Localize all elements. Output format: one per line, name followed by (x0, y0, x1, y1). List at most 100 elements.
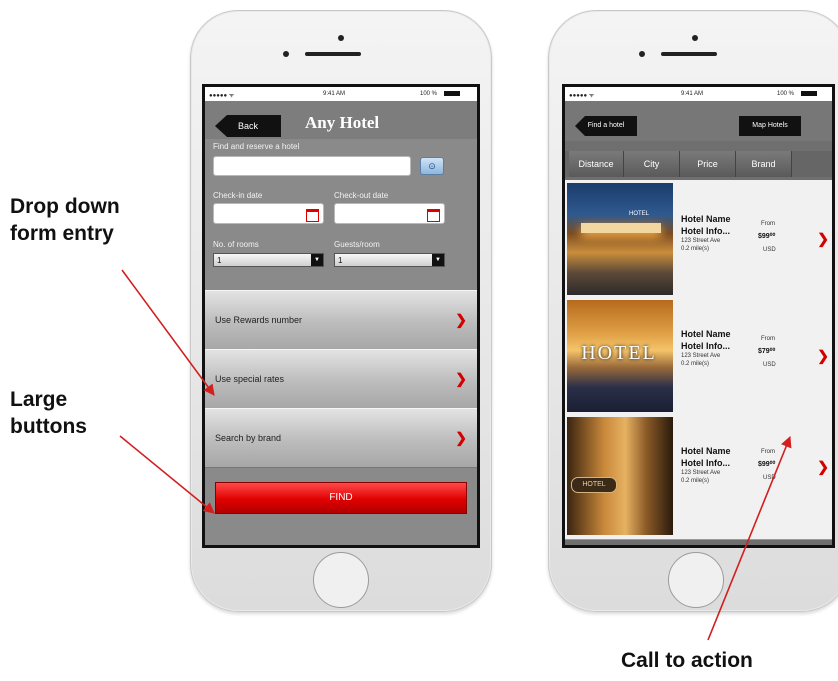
status-bar: ●●●●● ᯤ 9:41 AM 100 % (205, 87, 477, 101)
chevron-right-icon: ❯ (455, 429, 467, 446)
search-brand-label: Search by brand (215, 433, 282, 443)
results-screen: ●●●●● ᯤ 9:41 AM 100 % Find a hotel Map H… (562, 84, 835, 548)
status-time: 9:41 AM (681, 91, 704, 97)
price-from-label: From (761, 221, 775, 227)
status-bar: ●●●●● ᯤ 9:41 AM 100 % (565, 87, 832, 101)
special-rates-label: Use special rates (215, 374, 285, 384)
hotel-price: $99⁰⁰ (758, 233, 776, 240)
annotation-dropdown-line2: form entry (10, 222, 114, 245)
battery-icon (444, 91, 460, 96)
find-hotel-button[interactable]: Find a hotel (575, 116, 637, 136)
hotel-distance: 0.2 mile(s) (681, 246, 710, 252)
rewards-number-label: Use Rewards number (215, 315, 303, 325)
search-brand-button[interactable]: Search by brand ❯ (205, 408, 477, 468)
phone-right: ●●●●● ᯤ 9:41 AM 100 % Find a hotel Map H… (548, 10, 838, 612)
chevron-right-icon: ❯ (455, 370, 467, 387)
find-reserve-label: Find and reserve a hotel (213, 142, 300, 151)
carrier-signal: ●●●●● ᯤ (209, 93, 235, 99)
hotel-photo-caption: HOTEL (629, 211, 650, 217)
battery-label: 100 % (777, 91, 795, 97)
chevron-down-icon[interactable]: ▼ (311, 254, 323, 266)
currency-label: USD (763, 247, 776, 253)
guests-value: 1 (338, 256, 343, 265)
front-camera (338, 35, 344, 41)
tab-distance[interactable]: Distance (569, 151, 624, 177)
hotel-address: 123 Street Ave (681, 470, 721, 476)
currency-label: USD (763, 362, 776, 368)
map-hotels-button[interactable]: Map Hotels (739, 116, 801, 136)
hotel-photo-canopy (581, 223, 661, 233)
chevron-down-icon[interactable]: ▼ (432, 254, 444, 266)
form-screen: ●●●●● ᯤ 9:41 AM 100 % Back Any Hotel Fin… (202, 84, 480, 548)
guests-label: Guests/room (334, 240, 380, 249)
annotation-large-line2: buttons (10, 415, 87, 438)
special-rates-button[interactable]: Use special rates ❯ (205, 349, 477, 409)
hotel-info: Hotel Info... (681, 226, 730, 236)
status-time: 9:41 AM (323, 91, 346, 97)
hotel-list-item[interactable]: HOTEL Hotel Name Hotel Info... 123 Stree… (565, 297, 832, 415)
hotel-photo: HOTEL (567, 417, 673, 535)
tab-price[interactable]: Price (680, 151, 736, 177)
hotel-photo: HOTEL (567, 300, 673, 412)
chevron-right-icon[interactable]: ❯ (817, 347, 829, 364)
annotation-dropdown: Drop down form entry (10, 193, 120, 247)
hotel-price: $79⁰⁰ (758, 348, 776, 355)
results-header: Find a hotel Map Hotels (565, 101, 832, 141)
chevron-right-icon[interactable]: ❯ (817, 458, 829, 475)
hotel-info: Hotel Info... (681, 341, 730, 351)
hotel-photo: HOTEL (567, 183, 673, 295)
hotel-photo-sign: HOTEL (581, 342, 657, 364)
hotel-name: Hotel Name (681, 329, 731, 339)
chevron-right-icon: ❯ (455, 311, 467, 328)
rooms-value: 1 (217, 256, 222, 265)
phone-left: ●●●●● ᯤ 9:41 AM 100 % Back Any Hotel Fin… (190, 10, 492, 612)
hotel-name: Hotel Name (681, 214, 731, 224)
front-camera (692, 35, 698, 41)
checkout-date-field[interactable] (334, 203, 445, 224)
hotel-address: 123 Street Ave (681, 238, 721, 244)
hotel-name: Hotel Name (681, 446, 731, 456)
page-title: Any Hotel (305, 113, 380, 132)
calendar-icon[interactable] (427, 209, 440, 222)
sort-tabs: Distance City Price Brand (565, 151, 832, 177)
speaker-grille (305, 52, 361, 56)
annotation-large-line1: Large (10, 388, 68, 411)
annotation-call-to-action: Call to action (621, 649, 753, 672)
battery-label: 100 % (420, 91, 438, 97)
hotel-photo-sign: HOTEL (571, 477, 617, 493)
rewards-number-button[interactable]: Use Rewards number ❯ (205, 290, 477, 350)
hotel-list-item[interactable]: HOTEL Hotel Name Hotel Info... 123 Stree… (565, 180, 832, 298)
checkout-label: Check-out date (334, 191, 389, 200)
home-button[interactable] (313, 552, 369, 608)
proximity-sensor (639, 51, 645, 57)
checkin-date-field[interactable] (213, 203, 324, 224)
carrier-signal: ●●●●● ᯤ (569, 93, 595, 99)
home-button[interactable] (668, 552, 724, 608)
annotation-dropdown-line1: Drop down (10, 195, 120, 218)
price-from-label: From (761, 336, 775, 342)
speaker-grille (661, 52, 717, 56)
hotel-search-input[interactable] (213, 156, 411, 176)
search-icon[interactable]: ⊙ (420, 157, 444, 175)
proximity-sensor (283, 51, 289, 57)
find-button[interactable]: FIND (215, 482, 467, 514)
hotel-price: $99⁰⁰ (758, 461, 776, 468)
hotel-info: Hotel Info... (681, 458, 730, 468)
checkin-label: Check-in date (213, 191, 263, 200)
hotel-distance: 0.2 mile(s) (681, 361, 710, 367)
hotel-distance: 0.2 mile(s) (681, 478, 710, 484)
calendar-icon[interactable] (306, 209, 319, 222)
form-header: Back Any Hotel (205, 101, 477, 139)
price-from-label: From (761, 449, 775, 455)
rooms-dropdown[interactable]: 1 ▼ (213, 253, 324, 267)
back-button[interactable]: Back (215, 115, 281, 137)
currency-label: USD (763, 475, 776, 481)
annotation-large-buttons: Large buttons (10, 386, 87, 440)
hotel-list-item[interactable]: HOTEL Hotel Name Hotel Info... 123 Stree… (565, 414, 832, 540)
hotel-address: 123 Street Ave (681, 353, 721, 359)
rooms-label: No. of rooms (213, 240, 259, 249)
tab-city[interactable]: City (624, 151, 680, 177)
guests-dropdown[interactable]: 1 ▼ (334, 253, 445, 267)
chevron-right-icon[interactable]: ❯ (817, 230, 829, 247)
tab-brand[interactable]: Brand (736, 151, 792, 177)
